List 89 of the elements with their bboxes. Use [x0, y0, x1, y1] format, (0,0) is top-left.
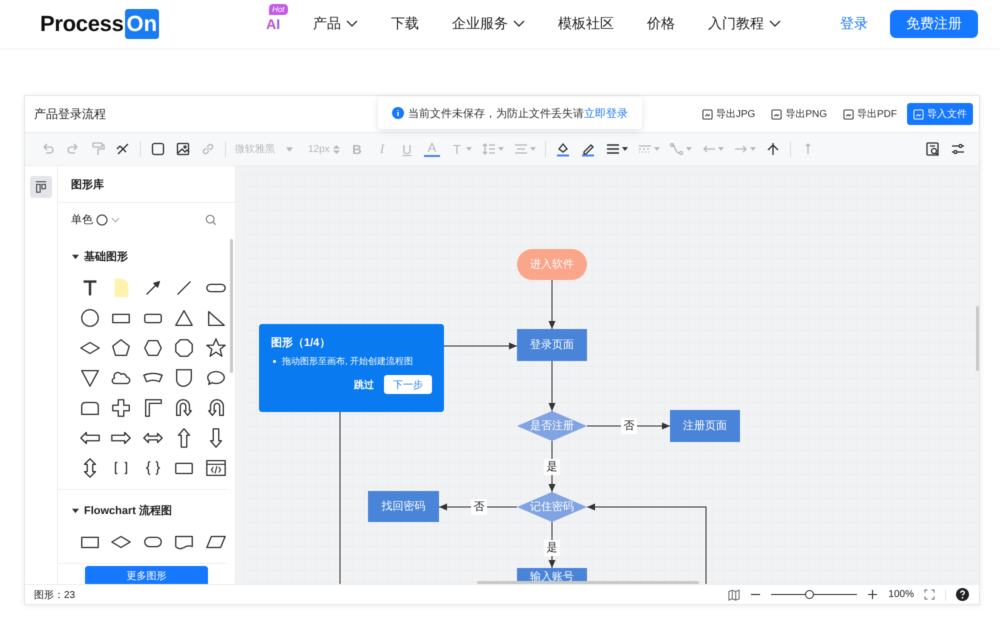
clear-format-icon[interactable] — [115, 141, 131, 157]
nav-link[interactable]: 价格 — [647, 15, 676, 33]
vertical-scrollbar[interactable] — [976, 306, 979, 371]
fullscreen-icon[interactable] — [924, 589, 935, 600]
nav-link[interactable]: 企业服务 — [452, 15, 508, 33]
connector-arrow[interactable] — [548, 280, 556, 330]
node-label[interactable]: 找回密码 — [382, 500, 426, 512]
login-link[interactable]: 立即登录 — [584, 108, 628, 120]
inverted-triangle-icon[interactable] — [78, 367, 101, 389]
export-button[interactable]: 导出PNG — [765, 103, 833, 125]
image-file-icon[interactable] — [702, 108, 713, 120]
search-icon[interactable] — [205, 214, 217, 226]
zoom-percentage: 100% — [888, 589, 914, 600]
info-icon — [392, 107, 404, 119]
connector-arrow[interactable] — [444, 342, 518, 350]
logo-badge[interactable]: On — [124, 9, 160, 39]
shape-panel-toggle[interactable] — [30, 176, 52, 198]
nav-link[interactable]: 下载 — [391, 15, 420, 33]
node-label[interactable]: 输入账号 — [530, 571, 574, 583]
caret-icon[interactable] — [622, 147, 628, 151]
process-node[interactable] — [517, 329, 587, 361]
decision-node[interactable] — [517, 411, 587, 441]
paint-bucket-icon[interactable] — [555, 141, 571, 157]
next-step-button[interactable]: 下一步 — [384, 375, 432, 394]
settings-icon[interactable] — [950, 141, 966, 157]
map-icon[interactable] — [728, 588, 740, 600]
login-link[interactable]: 登录 — [840, 15, 868, 33]
zoom-in-icon[interactable] — [867, 589, 878, 600]
code-block-icon[interactable] — [204, 457, 227, 479]
square-icon[interactable] — [150, 141, 166, 157]
connector-arrow[interactable] — [548, 360, 556, 412]
decision-node[interactable] — [517, 492, 587, 522]
document-title[interactable]: 产品登录流程 — [34, 106, 106, 122]
chevron-down-icon[interactable] — [769, 20, 782, 28]
export-button[interactable]: 导入文件 — [907, 103, 973, 125]
cross-icon[interactable] — [110, 397, 132, 419]
slider-thumb[interactable] — [805, 590, 814, 599]
export-button[interactable]: 导出PDF — [837, 103, 903, 125]
shape-count: 图形：23 — [34, 588, 76, 602]
collapse-triangle-icon[interactable] — [72, 252, 79, 260]
node-label[interactable]: 注册页面 — [683, 420, 727, 432]
connector-arrow[interactable] — [438, 504, 518, 510]
logo-wordmark[interactable]: Process — [40, 11, 124, 37]
chevron-down-icon[interactable] — [346, 20, 358, 28]
chevron-down-icon[interactable] — [513, 20, 526, 28]
circle-swatch-icon[interactable] — [96, 214, 108, 226]
skip-link[interactable]: 跳过 — [354, 378, 374, 392]
hexagon-icon[interactable] — [142, 337, 164, 359]
horizontal-scrollbar[interactable] — [477, 581, 699, 584]
scrollbar[interactable] — [230, 239, 233, 373]
color-mode-dropdown[interactable]: 单色 — [71, 212, 93, 227]
more-shapes-button[interactable]: 更多图形 — [85, 566, 208, 584]
process-node[interactable] — [670, 410, 740, 442]
triangle-icon[interactable] — [173, 307, 196, 329]
node-label[interactable]: 是否注册 — [530, 420, 574, 432]
image-file-icon[interactable] — [843, 108, 854, 120]
nav-link[interactable]: 模板社区 — [558, 15, 614, 33]
find-icon[interactable] — [925, 141, 941, 157]
circle-icon[interactable] — [78, 307, 101, 329]
line-weight-icon[interactable] — [605, 141, 621, 157]
help-icon[interactable] — [956, 588, 969, 601]
section-title[interactable]: 基础图形 — [84, 248, 128, 264]
octagon-icon[interactable] — [173, 337, 196, 359]
node-label[interactable]: 记住密码 — [530, 501, 574, 513]
hot-badge: Hot — [269, 4, 288, 15]
nav-link[interactable]: 产品 — [313, 15, 342, 33]
nav-link[interactable]: AI — [266, 16, 280, 32]
start-node[interactable] — [517, 249, 587, 280]
panel-title: 图形库 — [71, 178, 104, 192]
node-label[interactable]: 登录页面 — [530, 339, 574, 351]
connector-arrow[interactable] — [586, 504, 706, 584]
pentagon-icon[interactable] — [110, 337, 132, 359]
connector-arrow[interactable] — [586, 422, 670, 430]
collapse-triangle-icon[interactable] — [72, 506, 79, 514]
bullet-icon — [273, 360, 276, 363]
image-icon[interactable] — [175, 141, 191, 157]
star-icon[interactable] — [204, 337, 227, 359]
process-node[interactable] — [368, 491, 439, 522]
split-arrow-icon[interactable] — [765, 141, 781, 157]
popover-title: 图形（1/4） — [271, 336, 330, 350]
canvas-grid[interactable] — [244, 174, 979, 584]
panel-toggle-icon[interactable] — [34, 180, 48, 194]
nav-link[interactable]: 入门教程 — [708, 15, 764, 33]
notice-text: 当前文件未保存，为防止文件丢失请立即登录 — [408, 106, 628, 120]
section-title[interactable]: Flowchart 流程图 — [84, 502, 172, 518]
image-file-icon[interactable] — [771, 108, 782, 120]
popover-tip: 拖动图形至画布, 开始创建流程图 — [282, 355, 414, 368]
export-button[interactable]: 导出JPG — [696, 103, 762, 125]
signup-button[interactable]: 免费注册 — [890, 10, 978, 38]
